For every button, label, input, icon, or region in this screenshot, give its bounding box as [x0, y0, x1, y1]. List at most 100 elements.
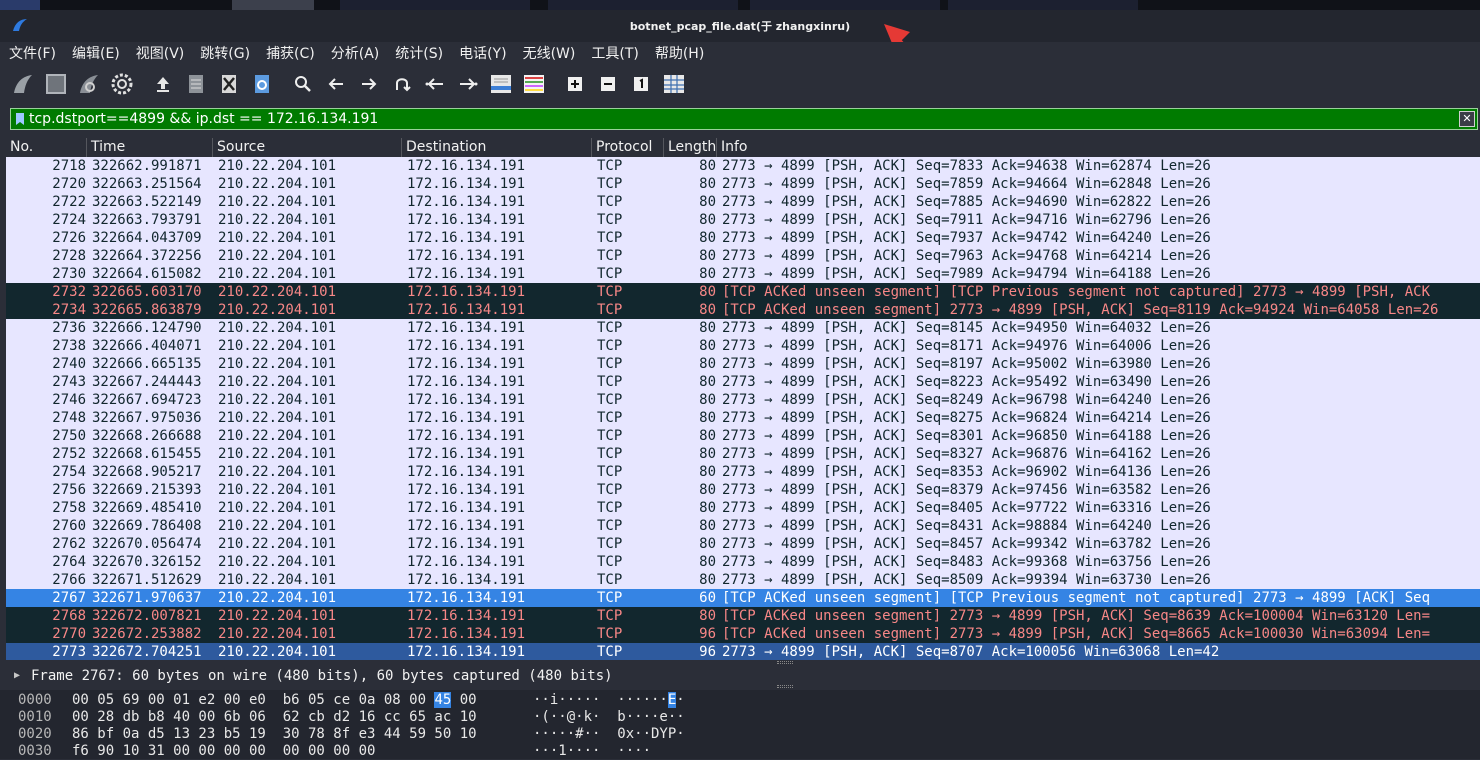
table-row[interactable]: 2722 322663.522149 210.22.204.101 172.16.13… [6, 193, 1480, 211]
menu-go[interactable]: 跳转(G) [191, 43, 257, 63]
table-row[interactable]: 2730 322664.615082 210.22.204.101 172.16.13… [6, 265, 1480, 283]
restart-fin-icon[interactable] [74, 69, 104, 99]
table-row[interactable]: 2773 322672.704251 210.22.204.101 172.16.13… [6, 643, 1480, 661]
table-row[interactable]: 2754 322668.905217 210.22.204.101 172.16.13… [6, 463, 1480, 481]
table-row[interactable]: 2726 322664.043709 210.22.204.101 172.16.13… [6, 229, 1480, 247]
cell-protocol: TCP [597, 392, 623, 408]
go-forward-icon[interactable] [354, 69, 384, 99]
cell-no: 2752 [52, 446, 86, 462]
ascii-bytes[interactable]: ··i····· ······E· [533, 692, 685, 709]
bookmark-icon[interactable] [11, 109, 29, 129]
column-header-no[interactable]: No. [6, 138, 86, 157]
normal-size-icon[interactable] [626, 69, 656, 99]
menu-file[interactable]: 文件(F) [0, 43, 63, 63]
ascii-bytes[interactable]: ···1···· ···· [533, 743, 651, 760]
table-row[interactable]: 2768 322672.007821 210.22.204.101 172.16.13… [6, 607, 1480, 625]
menu-wireless[interactable]: 无线(W) [514, 43, 583, 63]
menu-help[interactable]: 帮助(H) [646, 43, 711, 63]
taskbar-window-4[interactable] [948, 0, 1138, 10]
menu-tools[interactable]: 工具(T) [582, 43, 645, 63]
cell-no: 2760 [52, 518, 86, 534]
menu-capture[interactable]: 捕获(C) [257, 43, 322, 63]
hex-bytes[interactable]: 00 28 db b8 40 00 6b 06 62 cb d2 16 cc 6… [72, 709, 477, 726]
go-to-packet-icon[interactable] [387, 69, 417, 99]
colorize-icon[interactable] [519, 69, 549, 99]
hex-line[interactable]: 0000 00 05 69 00 01 e2 00 e0 b6 05 ce 0a … [0, 692, 1480, 709]
hex-bytes[interactable]: 00 05 69 00 01 e2 00 e0 b6 05 ce 0a 08 0… [72, 692, 477, 709]
go-first-icon[interactable] [420, 69, 450, 99]
cell-source: 210.22.204.101 [218, 608, 337, 624]
taskbar-window-2[interactable] [548, 0, 738, 10]
reload-icon[interactable] [247, 69, 277, 99]
cell-length: 80 [699, 266, 716, 282]
menu-analyze[interactable]: 分析(A) [322, 43, 387, 63]
ascii-byte-highlight[interactable]: E [667, 692, 677, 708]
table-row[interactable]: 2732 322665.603170 210.22.204.101 172.16.13… [6, 283, 1480, 301]
menu-view[interactable]: 视图(V) [127, 43, 192, 63]
table-row[interactable]: 2724 322663.793791 210.22.204.101 172.16.13… [6, 211, 1480, 229]
cell-time: 322671.512629 [92, 572, 202, 588]
clear-filter-icon[interactable]: ✕ [1459, 111, 1475, 127]
menu-telephony[interactable]: 电话(Y) [450, 43, 513, 63]
table-row[interactable]: 2738 322666.404071 210.22.204.101 172.16.13… [6, 337, 1480, 355]
table-row[interactable]: 2720 322663.251564 210.22.204.101 172.16.13… [6, 175, 1480, 193]
close-file-icon[interactable] [214, 69, 244, 99]
hex-bytes[interactable]: 86 bf 0a d5 13 23 b5 19 30 78 8f e3 44 5… [72, 726, 477, 743]
taskbar-active-window[interactable] [232, 0, 314, 10]
ascii-bytes[interactable]: ·(··@·k· b····e·· [533, 709, 685, 726]
resize-columns-icon[interactable] [659, 69, 689, 99]
zoom-out-icon[interactable] [593, 69, 623, 99]
table-row[interactable]: 2762 322670.056474 210.22.204.101 172.16.13… [6, 535, 1480, 553]
zoom-in-icon[interactable] [560, 69, 590, 99]
hex-line[interactable]: 0030 f6 90 10 31 00 00 00 00 00 00 00 00 ·… [0, 743, 1480, 760]
column-header-protocol[interactable]: Protocol [591, 138, 663, 157]
ascii-bytes[interactable]: ·····#·· 0x··DYP· [533, 726, 685, 743]
table-row[interactable]: 2752 322668.615455 210.22.204.101 172.16.13… [6, 445, 1480, 463]
taskbar-launcher[interactable] [0, 0, 40, 10]
table-row[interactable]: 2748 322667.975036 210.22.204.101 172.16.13… [6, 409, 1480, 427]
taskbar-window-1[interactable] [340, 0, 530, 10]
autoscroll-icon[interactable] [486, 69, 516, 99]
column-header-info[interactable]: Info [716, 138, 1480, 157]
hex-line[interactable]: 0020 86 bf 0a d5 13 23 b5 19 30 78 8f e3 … [0, 726, 1480, 743]
packet-list[interactable]: 2718 322662.991871 210.22.204.101 172.16.13… [6, 157, 1480, 661]
table-row[interactable]: 2746 322667.694723 210.22.204.101 172.16.13… [6, 391, 1480, 409]
table-row[interactable]: 2760 322669.786408 210.22.204.101 172.16.13… [6, 517, 1480, 535]
table-row[interactable]: 2736 322666.124790 210.22.204.101 172.16.13… [6, 319, 1480, 337]
table-row[interactable]: 2728 322664.372256 210.22.204.101 172.16.13… [6, 247, 1480, 265]
column-header-destination[interactable]: Destination [401, 138, 591, 157]
frame-summary-line[interactable]: Frame 2767: 60 bytes on wire (480 bits),… [31, 667, 613, 685]
display-filter-input[interactable] [29, 111, 1459, 127]
table-row[interactable]: 2770 322672.253882 210.22.204.101 172.16.13… [6, 625, 1480, 643]
table-row[interactable]: 2718 322662.991871 210.22.204.101 172.16.13… [6, 157, 1480, 175]
pane-splitter-top[interactable] [0, 660, 1480, 666]
column-header-time[interactable]: Time [86, 138, 212, 157]
table-row[interactable]: 2766 322671.512629 210.22.204.101 172.16.13… [6, 571, 1480, 589]
open-upload-icon[interactable] [148, 69, 178, 99]
table-row[interactable]: 2734 322665.863879 210.22.204.101 172.16.13… [6, 301, 1480, 319]
column-header-length[interactable]: Length [663, 138, 716, 157]
stop-square-icon[interactable] [41, 69, 71, 99]
search-icon[interactable] [288, 69, 318, 99]
file-save-icon[interactable] [181, 69, 211, 99]
capture-options-gear-icon[interactable] [107, 69, 137, 99]
table-row[interactable]: 2750 322668.266688 210.22.204.101 172.16.13… [6, 427, 1480, 445]
menu-edit[interactable]: 编辑(E) [63, 43, 127, 63]
table-row[interactable]: 2767 322671.970637 210.22.204.101 172.16.13… [6, 589, 1480, 607]
table-row[interactable]: 2756 322669.215393 210.22.204.101 172.16.13… [6, 481, 1480, 499]
table-row[interactable]: 2764 322670.326152 210.22.204.101 172.16.13… [6, 553, 1480, 571]
shark-fin-start-icon[interactable] [8, 69, 38, 99]
menu-statistics[interactable]: 统计(S) [386, 43, 450, 63]
hex-bytes[interactable]: f6 90 10 31 00 00 00 00 00 00 00 00 [72, 743, 375, 760]
expand-triangle-icon[interactable]: ▶ [14, 667, 20, 685]
table-row[interactable]: 2758 322669.485410 210.22.204.101 172.16.13… [6, 499, 1480, 517]
hex-byte-highlight[interactable]: 45 [434, 692, 452, 708]
go-last-icon[interactable] [453, 69, 483, 99]
hex-line[interactable]: 0010 00 28 db b8 40 00 6b 06 62 cb d2 16 … [0, 709, 1480, 726]
window-titlebar[interactable]: botnet_pcap_file.dat(于 zhangxinru) [0, 10, 1480, 42]
go-back-icon[interactable] [321, 69, 351, 99]
column-header-source[interactable]: Source [212, 138, 401, 157]
taskbar-window-3[interactable] [750, 0, 940, 10]
table-row[interactable]: 2740 322666.665135 210.22.204.101 172.16.13… [6, 355, 1480, 373]
table-row[interactable]: 2743 322667.244443 210.22.204.101 172.16.13… [6, 373, 1480, 391]
